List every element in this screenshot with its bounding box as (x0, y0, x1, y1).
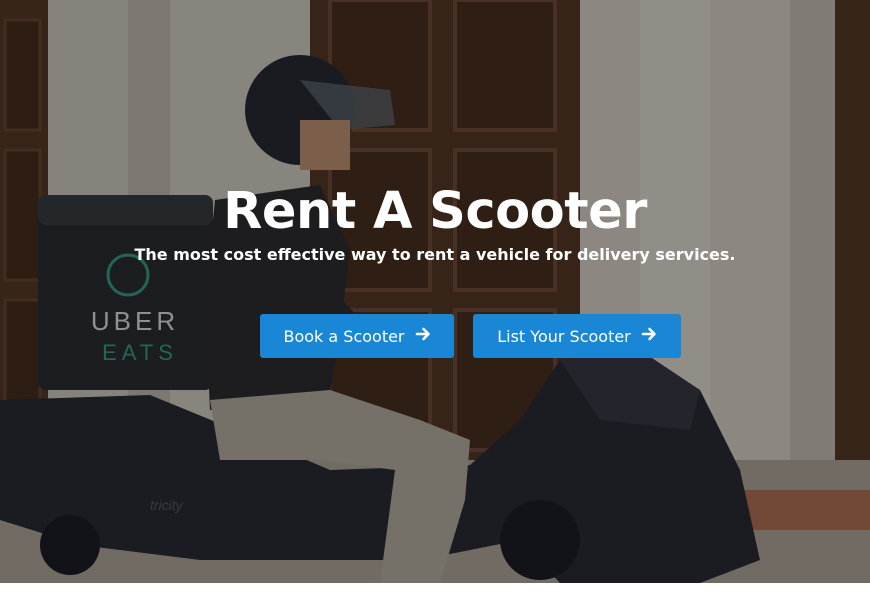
book-scooter-label: Book a Scooter (283, 326, 405, 346)
page-bottom-strip (0, 583, 870, 595)
hero-overlay (0, 0, 870, 583)
arrow-right-icon (415, 326, 431, 346)
hero-section: UBER EATS tricity Rent A Scooter The mos… (0, 0, 870, 583)
arrow-right-icon (641, 326, 657, 346)
book-scooter-button[interactable]: Book a Scooter (260, 314, 454, 358)
hero-subtitle: The most cost effective way to rent a ve… (134, 245, 736, 264)
hero-title: Rent A Scooter (223, 182, 647, 241)
list-scooter-button[interactable]: List Your Scooter (473, 314, 681, 358)
list-scooter-label: List Your Scooter (497, 326, 631, 346)
hero-content: Rent A Scooter The most cost effective w… (0, 180, 870, 266)
